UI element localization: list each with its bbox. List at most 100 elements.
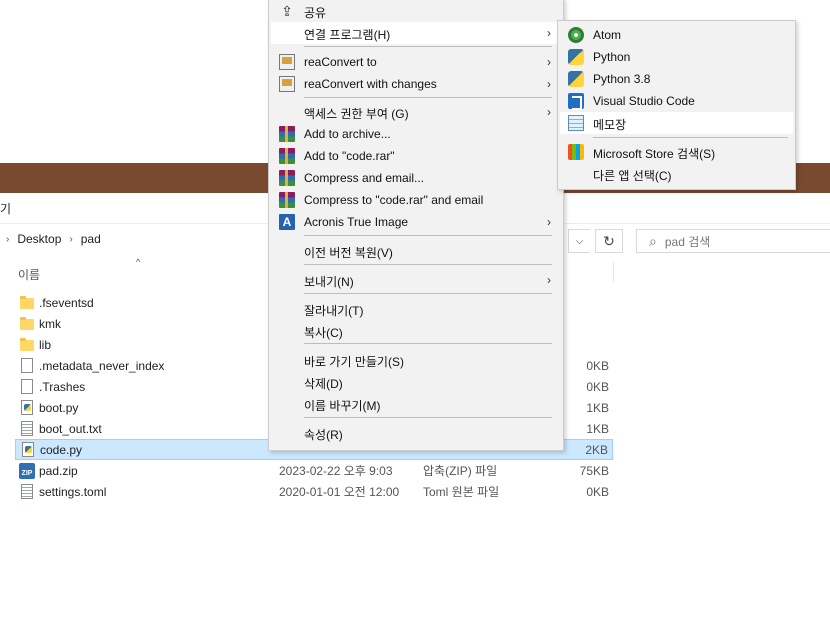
menu-item[interactable]: Add to archive... xyxy=(271,123,561,145)
menu-item[interactable]: 삭제(D) xyxy=(271,371,561,393)
menu-item[interactable]: 바로 가기 만들기(S) xyxy=(271,349,561,371)
file-date: 2020-01-01 오전 12:00 xyxy=(279,485,400,499)
menu-item[interactable]: 이름 바꾸기(M) xyxy=(271,393,561,415)
file-row[interactable]: ZIP pad.zip 2023-02-22 오후 9:03 압축(ZIP) 파일 75… xyxy=(15,460,613,481)
file-size: 0KB xyxy=(586,358,609,373)
submenu-item-label: 메모장 xyxy=(593,118,627,132)
submenu-arrow-icon: › xyxy=(547,55,551,69)
menu-item[interactable]: Add to "code.rar" xyxy=(271,145,561,167)
submenu-arrow-icon: › xyxy=(547,215,551,229)
vscode-icon xyxy=(568,93,584,110)
submenu-item-label: Python 3.8 xyxy=(593,72,651,86)
menu-item-label: 공유 xyxy=(304,6,327,20)
menu-separator xyxy=(304,235,552,236)
file-size: 1KB xyxy=(586,421,609,436)
submenu-item-label: Visual Studio Code xyxy=(593,94,695,108)
context-menu: ⇪ 공유 연결 프로그램(H) › reaConvert to › reaConvert w… xyxy=(268,0,564,451)
menu-item[interactable]: Compress and email... xyxy=(271,167,561,189)
refresh-button[interactable]: ↻ xyxy=(595,229,623,253)
menu-item-label: 속성(R) xyxy=(304,428,343,442)
file-row[interactable]: settings.toml 2020-01-01 오전 12:00 Toml 원본 … xyxy=(15,481,613,502)
menu-item[interactable]: 액세스 권한 부여 (G) › xyxy=(271,101,561,123)
file-type: Toml 원본 파일 xyxy=(423,485,500,499)
menu-item-label: 보내기(N) xyxy=(304,275,354,289)
submenu-item[interactable]: Microsoft Store 검색(S) xyxy=(560,141,793,163)
breadcrumb-pad[interactable]: pad xyxy=(81,232,101,246)
file-name: pad.zip xyxy=(39,463,78,478)
file-icon xyxy=(21,379,33,394)
file-size: 1KB xyxy=(586,400,609,415)
menu-item-label: Add to archive... xyxy=(304,127,391,141)
submenu-item-label: Python xyxy=(593,50,631,64)
search-box[interactable]: ⌕ pad 검색 xyxy=(636,229,830,253)
menu-item[interactable]: 보내기(N) › xyxy=(271,269,561,291)
menu-separator xyxy=(304,293,552,294)
python-icon xyxy=(568,71,584,87)
screen: 기 › Desktop › pad ⌵ ↻ ⌕ pad 검색 ^ 이름 .fse… xyxy=(0,0,830,626)
breadcrumb[interactable]: › Desktop › pad xyxy=(6,232,101,246)
menu-item[interactable]: 속성(R) xyxy=(271,422,561,444)
menu-item[interactable]: 복사(C) xyxy=(271,320,561,342)
column-divider[interactable] xyxy=(613,262,614,282)
file-name: .Trashes xyxy=(39,379,86,394)
reaconvert-icon xyxy=(279,76,295,92)
menu-item[interactable]: 잘라내기(T) xyxy=(271,298,561,320)
menu-separator xyxy=(304,343,552,344)
menu-item-label: reaConvert with changes xyxy=(304,77,437,91)
file-icon xyxy=(21,358,33,373)
address-dropdown-button[interactable]: ⌵ xyxy=(568,229,590,253)
file-date: 2023-02-22 오후 9:03 xyxy=(279,464,393,478)
chevron-right-icon: › xyxy=(6,233,10,245)
menu-item-label: 이름 바꾸기(M) xyxy=(304,399,381,413)
text-file-icon xyxy=(21,484,33,499)
submenu-item[interactable]: Python 3.8 xyxy=(560,68,793,90)
folder-icon xyxy=(19,295,35,311)
menu-item[interactable]: Compress to "code.rar" and email xyxy=(271,189,561,211)
column-header-name[interactable]: 이름 xyxy=(18,266,40,283)
file-name: kmk xyxy=(39,316,61,331)
zip-icon: ZIP xyxy=(19,462,35,479)
submenu-item[interactable]: 다른 앱 선택(C) xyxy=(560,163,793,185)
submenu-item[interactable]: Visual Studio Code xyxy=(560,90,793,112)
winrar-icon xyxy=(279,192,295,208)
menu-item-label: Add to "code.rar" xyxy=(304,149,395,163)
winrar-icon xyxy=(279,126,295,142)
file-name: boot_out.txt xyxy=(39,421,102,436)
menu-item[interactable]: 이전 버전 복원(V) xyxy=(271,240,561,262)
file-name: settings.toml xyxy=(39,484,107,499)
submenu-item[interactable]: Atom xyxy=(560,24,793,46)
menu-item-label: Compress to "code.rar" and email xyxy=(304,193,484,207)
menu-item[interactable]: reaConvert with changes › xyxy=(271,73,561,95)
menu-item[interactable]: ⇪ 공유 xyxy=(271,0,561,22)
winrar-icon xyxy=(279,170,295,186)
refresh-icon: ↻ xyxy=(603,232,615,249)
menu-item[interactable]: A Acronis True Image › xyxy=(271,211,561,233)
chevron-down-icon: ⌵ xyxy=(575,235,584,247)
submenu-item-label: Microsoft Store 검색(S) xyxy=(593,147,716,161)
python-file-icon xyxy=(21,400,33,415)
command-label: 기 xyxy=(0,202,12,216)
store-icon xyxy=(568,144,584,160)
winrar-icon xyxy=(279,148,295,164)
file-name: .fseventsd xyxy=(39,295,94,310)
breadcrumb-desktop[interactable]: Desktop xyxy=(17,232,61,246)
menu-item-label: 연결 프로그램(H) xyxy=(304,28,391,42)
menu-item[interactable]: 연결 프로그램(H) › xyxy=(271,22,561,44)
menu-item[interactable]: reaConvert to › xyxy=(271,51,561,73)
file-name: lib xyxy=(39,337,52,352)
share-icon: ⇪ xyxy=(281,3,293,19)
open-with-submenu: Atom Python Python 3.8 Visual Studio Code 메모… xyxy=(557,20,796,190)
folder-icon xyxy=(19,316,35,332)
submenu-item[interactable]: Python xyxy=(560,46,793,68)
search-input[interactable]: pad 검색 xyxy=(665,233,710,250)
submenu-item-label: 다른 앱 선택(C) xyxy=(593,169,672,183)
submenu-item[interactable]: 메모장 xyxy=(560,112,793,134)
sort-ascending-icon: ^ xyxy=(136,257,141,267)
file-type: 압축(ZIP) 파일 xyxy=(423,464,498,478)
menu-separator xyxy=(593,137,788,138)
menu-item-label: 잘라내기(T) xyxy=(304,304,364,318)
notepad-icon xyxy=(568,115,584,131)
menu-separator xyxy=(304,264,552,265)
file-name: code.py xyxy=(40,442,83,457)
search-icon: ⌕ xyxy=(649,232,657,249)
